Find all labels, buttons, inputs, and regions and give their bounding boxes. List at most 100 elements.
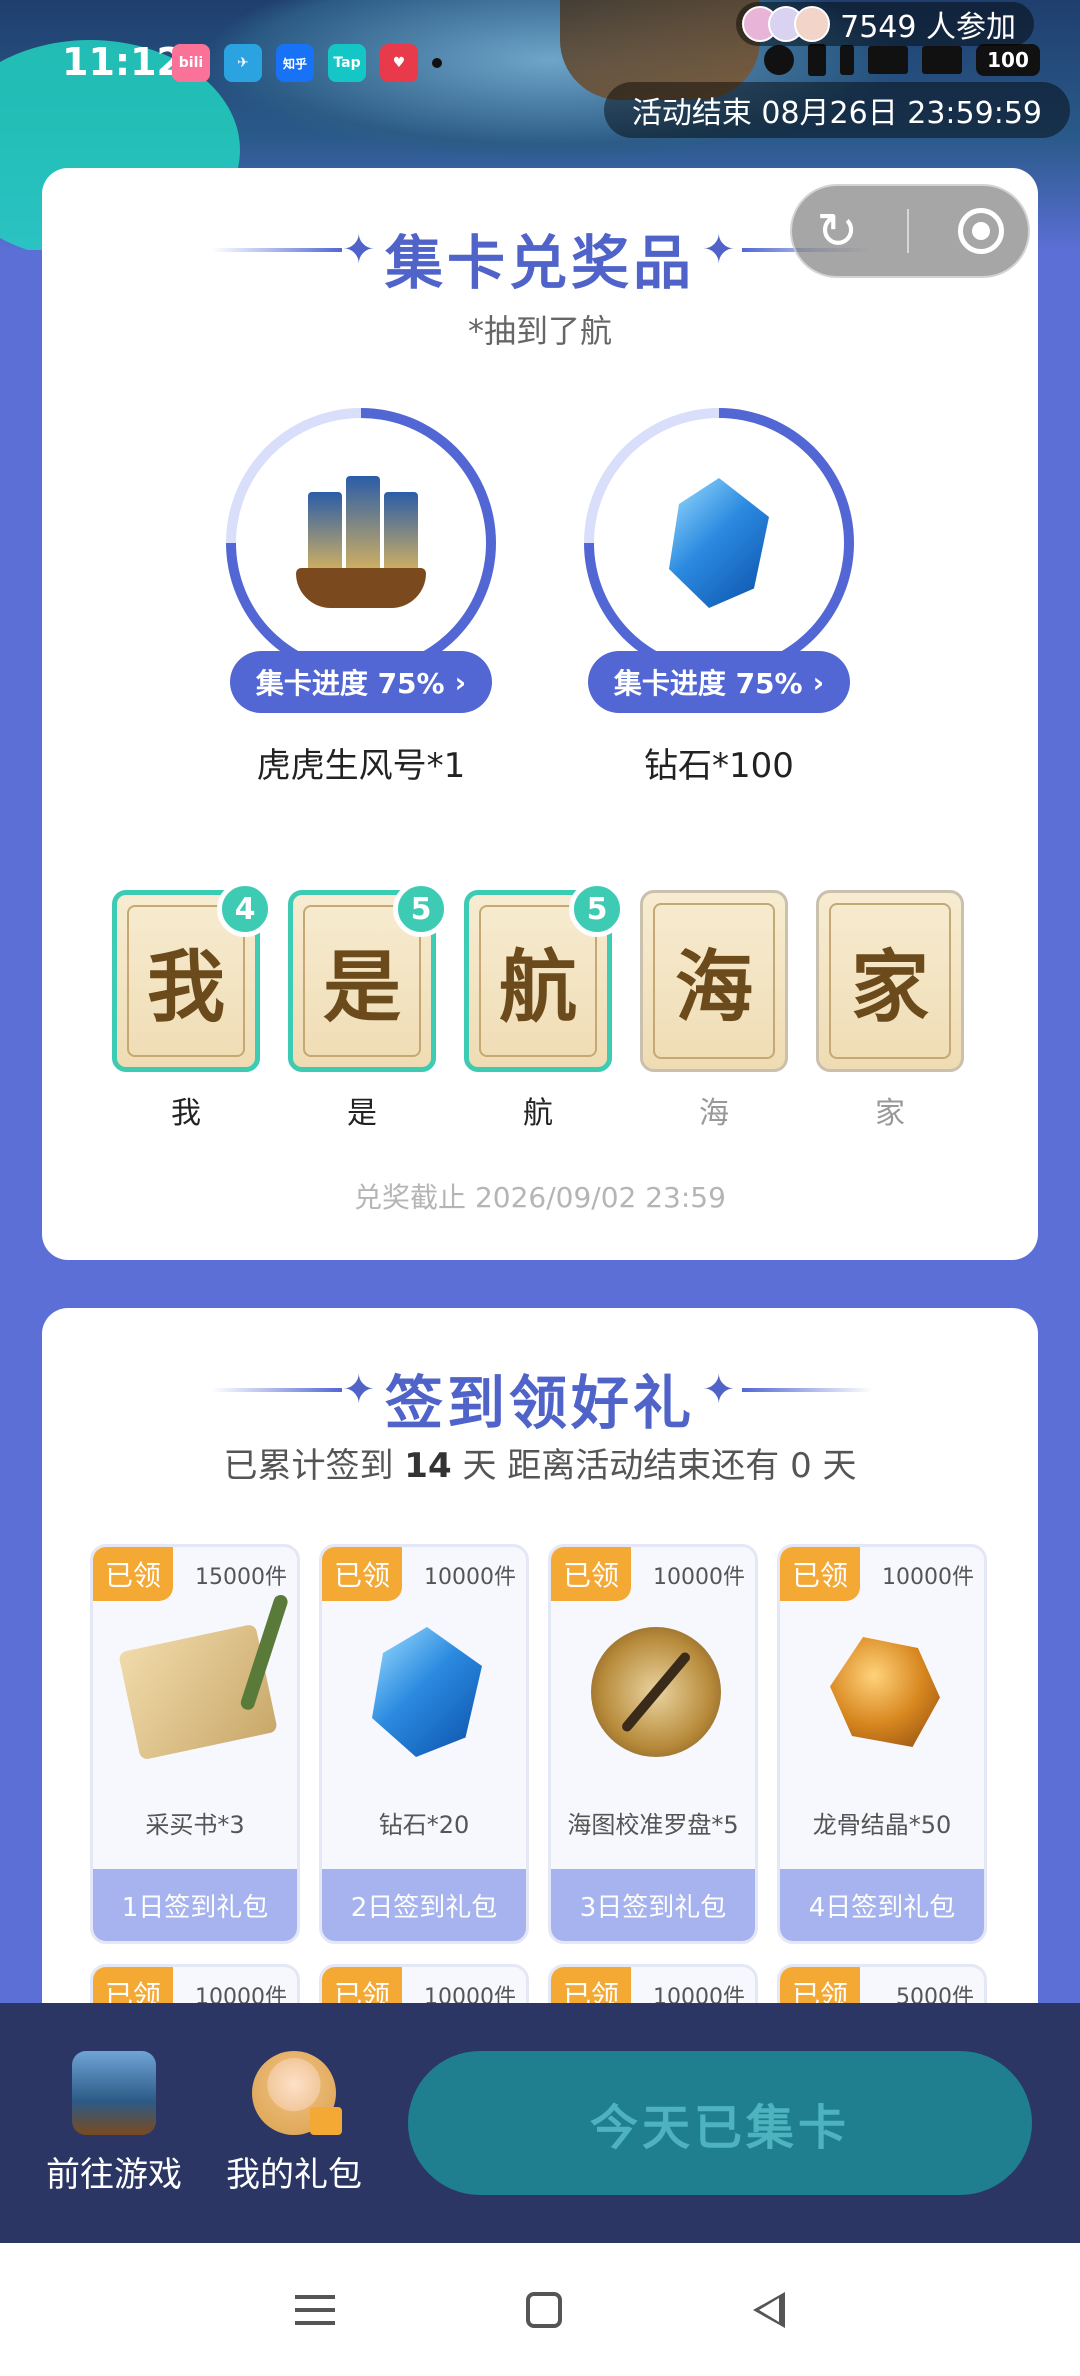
avatar bbox=[794, 6, 831, 42]
section-title: 签到领好礼 bbox=[384, 1369, 695, 1437]
collect-card-section: ✦ 集卡兑奖品 ✦ *抽到了航 集卡进度 75% › 虎虎生风号*1 集卡进度 … bbox=[42, 168, 1038, 1260]
event-end-countdown: 活动结束 08月26日 23:59:59 bbox=[603, 82, 1070, 138]
participants-count: 7549 人参加 bbox=[840, 10, 1016, 45]
gift-quantity: 10000件 bbox=[882, 1565, 974, 1590]
letter-label: 海 bbox=[699, 1096, 729, 1131]
gift-day-4[interactable]: 已领 10000件 龙骨结晶*50 4日签到礼包 bbox=[777, 1544, 987, 1944]
diamond-icon bbox=[654, 468, 784, 618]
more-notifications-icon bbox=[432, 58, 442, 68]
gift-name: 采买书*3 bbox=[145, 1811, 245, 1839]
gift-footer: 3日签到礼包 bbox=[551, 1869, 755, 1941]
prize-name: 钻石*100 bbox=[644, 746, 794, 786]
participants-badge: 7549 人参加 bbox=[736, 2, 1034, 46]
card-count-badge: 5 bbox=[393, 881, 449, 937]
redeem-deadline: 兑奖截止 2026/09/02 23:59 bbox=[354, 1181, 726, 1214]
chevron-right-icon: › bbox=[454, 665, 467, 699]
capsule-divider bbox=[906, 209, 909, 253]
system-nav-bar bbox=[0, 2243, 1080, 2376]
alarm-icon bbox=[764, 45, 794, 75]
letter-label: 是 bbox=[347, 1096, 377, 1131]
bluetooth-icon bbox=[840, 45, 854, 75]
bottom-action-bar: 前往游戏 我的礼包 今天已集卡 bbox=[0, 2003, 1080, 2243]
collected-today-button[interactable]: 今天已集卡 bbox=[408, 2051, 1032, 2195]
taptap-icon: Tap bbox=[328, 44, 366, 82]
signin-days: 14 bbox=[404, 1446, 452, 1486]
zhihu-icon: 知乎 bbox=[276, 44, 314, 82]
close-miniprogram-icon[interactable] bbox=[957, 208, 1004, 254]
system-icons: 100 bbox=[764, 44, 1040, 76]
vibrate-icon bbox=[808, 44, 826, 76]
progress-ring: 集卡进度 75% › bbox=[584, 408, 854, 713]
chevron-right-icon: › bbox=[812, 665, 825, 699]
telegram-icon: ✈ bbox=[224, 44, 262, 82]
gift-day-1[interactable]: 已领 15000件 采买书*3 1日签到礼包 bbox=[90, 1544, 300, 1944]
sparkle-icon: ✦ bbox=[702, 1367, 736, 1413]
letter-card-shi[interactable]: 是 5 是 bbox=[288, 881, 449, 1132]
avatar-gift-icon bbox=[252, 2051, 342, 2135]
gift-quantity: 10000件 bbox=[424, 1565, 516, 1590]
my-gifts-button[interactable]: 我的礼包 bbox=[226, 2051, 362, 2196]
letter-card-wo[interactable]: 我 4 我 bbox=[112, 881, 273, 1132]
home-icon[interactable] bbox=[525, 2291, 562, 2328]
gift-name: 海图校准罗盘*5 bbox=[567, 1811, 739, 1839]
signal-5g-icon bbox=[922, 46, 962, 74]
claimed-badge: 已领 bbox=[322, 1547, 402, 1601]
gift-day-2[interactable]: 已领 10000件 钻石*20 2日签到礼包 bbox=[319, 1544, 529, 1944]
signin-summary: 已累计签到 14 天 距离活动结束还有 0 天 bbox=[42, 1438, 1038, 1487]
claimed-badge: 已领 bbox=[551, 1547, 631, 1601]
draw-result-text: *抽到了航 bbox=[467, 312, 612, 350]
progress-label: 集卡进度 75% bbox=[255, 667, 445, 700]
title-line-right bbox=[742, 1388, 872, 1392]
scroll-quill-icon bbox=[118, 1617, 278, 1767]
compass-icon bbox=[581, 1617, 731, 1767]
gift-quantity: 10000件 bbox=[653, 1565, 745, 1590]
game-icon bbox=[72, 2051, 156, 2135]
summary-suffix: 天 bbox=[822, 1446, 857, 1486]
card-count-badge: 5 bbox=[569, 881, 625, 937]
prize-name: 虎虎生风号*1 bbox=[256, 746, 466, 786]
signal-icon bbox=[868, 46, 908, 74]
prize-diamond[interactable]: 集卡进度 75% › 钻石*100 bbox=[584, 408, 854, 787]
gift-name: 钻石*20 bbox=[378, 1811, 470, 1839]
go-to-game-button[interactable]: 前往游戏 bbox=[46, 2051, 182, 2196]
progress-pill[interactable]: 集卡进度 75% › bbox=[230, 651, 492, 713]
status-time: 11:12 bbox=[62, 40, 183, 84]
battery-icon: 100 bbox=[976, 44, 1040, 76]
prize-ship[interactable]: 集卡进度 75% › 虎虎生风号*1 bbox=[226, 408, 496, 787]
gift-day-3[interactable]: 已领 10000件 海图校准罗盘*5 3日签到礼包 bbox=[548, 1544, 758, 1944]
letter-card-jia[interactable]: 家 家 bbox=[816, 890, 964, 1132]
claimed-badge: 已领 bbox=[780, 1547, 860, 1601]
miniprogram-capsule: ↻ bbox=[790, 184, 1030, 278]
signin-section: ✦ 签到领好礼 ✦ 已累计签到 14 天 距离活动结束还有 0 天 已领 150… bbox=[42, 1308, 1038, 2108]
days-remaining: 0 bbox=[790, 1446, 812, 1486]
gift-quantity: 15000件 bbox=[195, 1565, 287, 1590]
card-count-badge: 4 bbox=[217, 881, 273, 937]
diamond-icon bbox=[352, 1617, 502, 1767]
progress-pill[interactable]: 集卡进度 75% › bbox=[588, 651, 850, 713]
gift-name: 龙骨结晶*50 bbox=[812, 1811, 952, 1839]
summary-mid: 天 距离活动结束还有 bbox=[462, 1446, 780, 1486]
back-icon[interactable] bbox=[752, 2291, 785, 2328]
bilibili-icon: bili bbox=[172, 44, 210, 82]
progress-ring: 集卡进度 75% › bbox=[226, 408, 496, 713]
go-to-game-label: 前往游戏 bbox=[46, 2155, 182, 2195]
gift-footer: 4日签到礼包 bbox=[780, 1869, 984, 1941]
participant-avatars bbox=[742, 6, 831, 42]
letter-label: 我 bbox=[171, 1096, 201, 1131]
progress-label: 集卡进度 75% bbox=[613, 667, 803, 700]
sparkle-icon: ✦ bbox=[702, 227, 736, 273]
letter-card-hang[interactable]: 航 5 航 bbox=[464, 881, 625, 1132]
notification-icons: bili ✈ 知乎 Tap ♥ bbox=[172, 44, 442, 82]
letter-label: 家 bbox=[875, 1096, 905, 1131]
letter-label: 航 bbox=[523, 1096, 553, 1131]
my-gifts-label: 我的礼包 bbox=[226, 2155, 362, 2195]
summary-prefix: 已累计签到 bbox=[223, 1446, 394, 1486]
heart-icon: ♥ bbox=[380, 44, 418, 82]
letter-card-hai[interactable]: 海 海 bbox=[640, 890, 788, 1132]
claimed-badge: 已领 bbox=[93, 1547, 173, 1601]
gift-footer: 2日签到礼包 bbox=[322, 1869, 526, 1941]
amber-crystal-icon bbox=[810, 1617, 960, 1767]
share-icon[interactable]: ↻ bbox=[816, 206, 858, 256]
gift-footer: 1日签到礼包 bbox=[93, 1869, 297, 1941]
menu-icon[interactable] bbox=[295, 2294, 336, 2325]
